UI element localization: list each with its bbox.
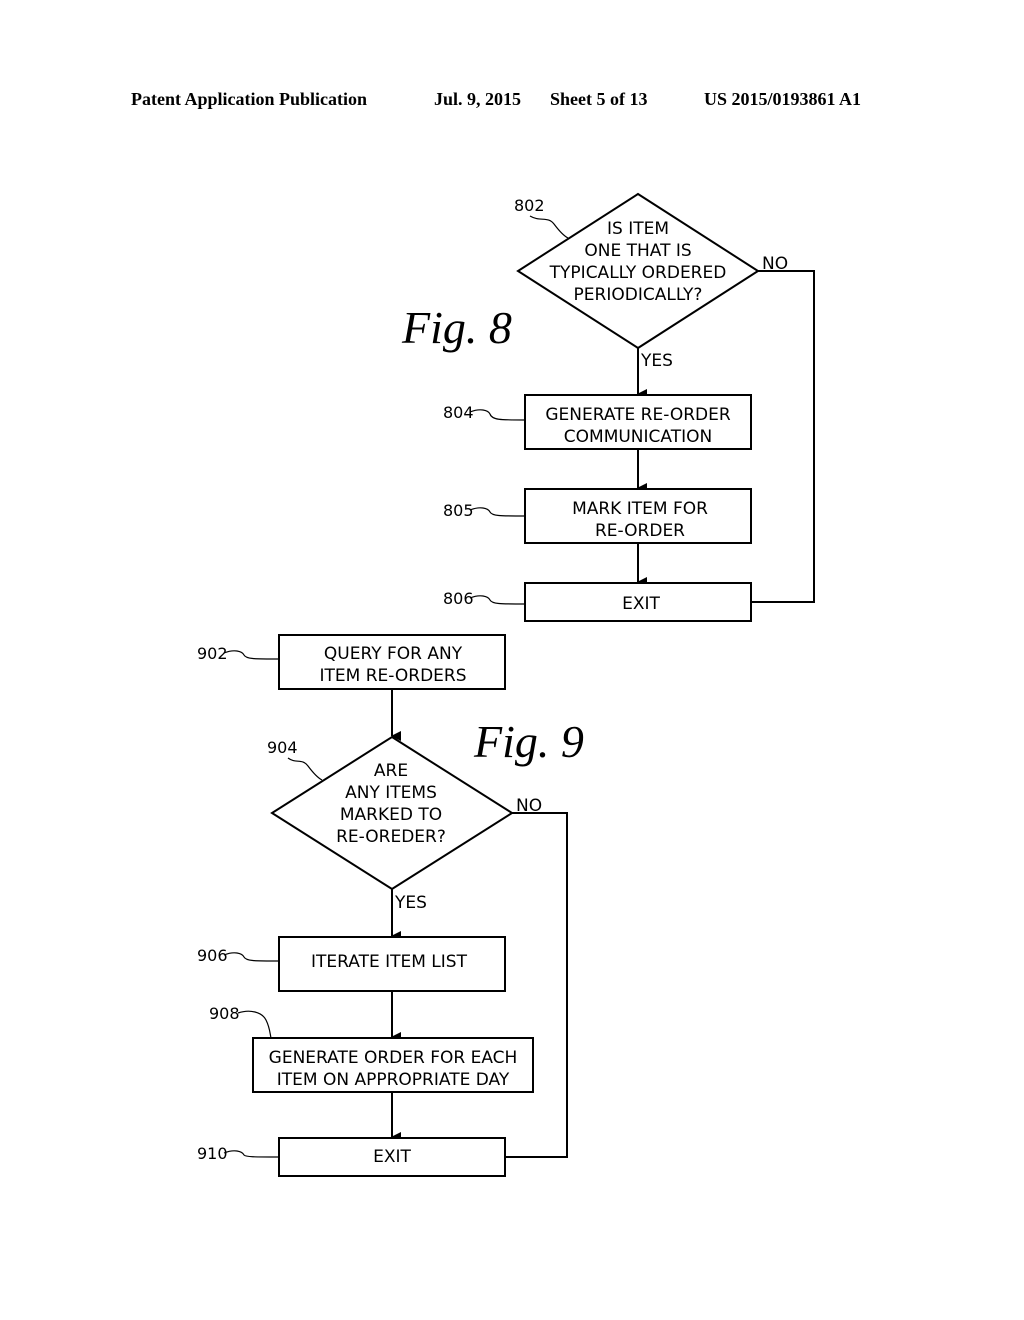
decision-text-line: TYPICALLY ORDERED (549, 263, 727, 283)
ref-label-908: 908 (209, 1004, 240, 1023)
fig9-title: Fig. 9 (473, 716, 584, 767)
process-text-line: QUERY FOR ANY (324, 644, 463, 664)
leader-line-802 (529, 215, 569, 239)
fig9-step-902: QUERY FOR ANY ITEM RE-ORDERS (278, 634, 506, 690)
leader-line-908 (237, 1010, 272, 1039)
flowchart-canvas: Fig. 8 IS ITEM ONE THAT IS TYPICALLY ORD… (197, 192, 815, 1177)
ref-label-805: 805 (443, 501, 474, 520)
process-text-line: MARK ITEM FOR (572, 499, 708, 519)
leader-line-904 (287, 757, 323, 781)
ref-label-902: 902 (197, 644, 228, 663)
ref-label-804: 804 (443, 403, 474, 422)
process-text-line: ITEM RE-ORDERS (320, 666, 467, 686)
process-text-line: RE-ORDER (595, 521, 685, 541)
fig9-no-path (505, 812, 568, 1158)
leader-line-804 (469, 409, 526, 421)
decision-text-line: RE-OREDER? (336, 827, 446, 847)
leader-line-910 (223, 1150, 280, 1158)
process-text-line: GENERATE RE-ORDER (545, 405, 731, 425)
ref-label-906: 906 (197, 946, 228, 965)
ref-label-910: 910 (197, 1144, 228, 1163)
process-text-line: COMMUNICATION (564, 427, 712, 447)
ref-label-806: 806 (443, 589, 474, 608)
fig8-step-806: EXIT (524, 582, 752, 622)
fig9-yes-label: YES (394, 893, 427, 913)
fig9-step-908: GENERATE ORDER FOR EACH ITEM ON APPROPRI… (252, 1037, 534, 1093)
fig9-step-910: EXIT (278, 1137, 506, 1177)
ref-label-802: 802 (514, 196, 545, 215)
process-text-line: EXIT (373, 1147, 411, 1167)
fig8-step-805: MARK ITEM FOR RE-ORDER (524, 488, 752, 544)
decision-text-line: ONE THAT IS (584, 241, 691, 261)
decision-text-line: IS ITEM (607, 219, 669, 239)
leader-line-906 (223, 952, 280, 962)
fig8-decision-802: IS ITEM ONE THAT IS TYPICALLY ORDERED PE… (516, 192, 760, 350)
fig8-no-path (751, 270, 815, 603)
ref-label-904: 904 (267, 738, 298, 757)
process-text-line: GENERATE ORDER FOR EACH (269, 1048, 518, 1068)
fig9-step-906: ITERATE ITEM LIST (278, 936, 506, 992)
process-text-line: ITERATE ITEM LIST (311, 952, 468, 972)
decision-text-line: PERIODICALLY? (574, 285, 703, 305)
process-text-line: EXIT (622, 594, 660, 614)
fig8-title: Fig. 8 (401, 302, 512, 353)
process-text-line: ITEM ON APPROPRIATE DAY (277, 1070, 510, 1090)
leader-line-806 (469, 595, 526, 605)
decision-text-line: MARKED TO (340, 805, 442, 825)
leader-line-805 (469, 507, 526, 517)
fig8-yes-label: YES (640, 351, 673, 371)
decision-text-line: ARE (374, 761, 408, 781)
leader-line-902 (223, 650, 280, 660)
fig8-step-804: GENERATE RE-ORDER COMMUNICATION (524, 394, 752, 450)
decision-text-line: ANY ITEMS (345, 783, 437, 803)
